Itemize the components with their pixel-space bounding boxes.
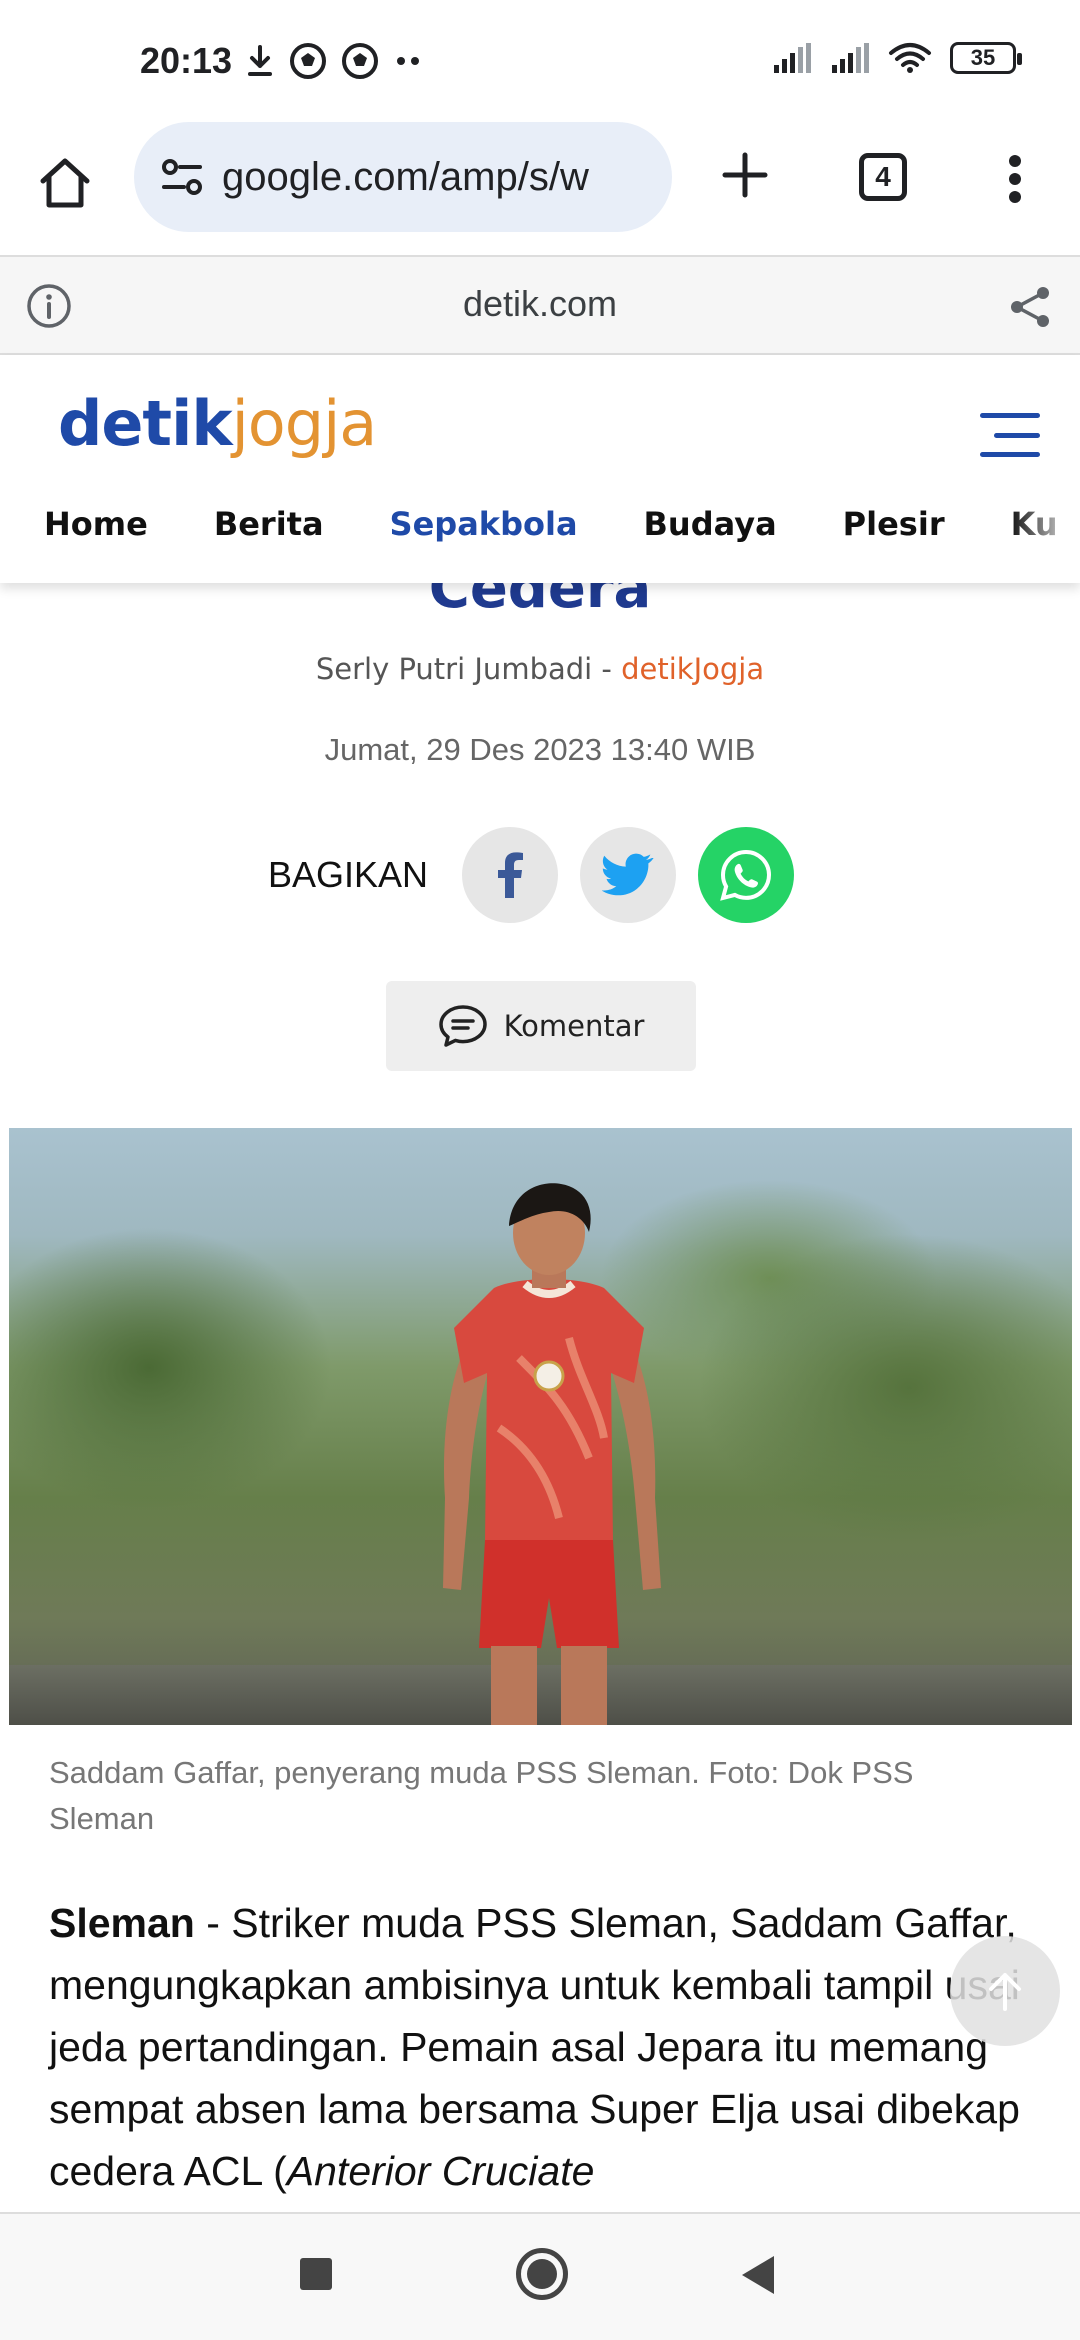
whatsapp-icon (720, 849, 772, 901)
browser-toolbar: google.com/amp/s/w 4 (0, 120, 1080, 255)
comment-button[interactable]: Komentar (386, 981, 696, 1071)
site-settings-icon[interactable] (160, 157, 204, 197)
comment-bubble-icon (438, 1005, 487, 1047)
share-button[interactable] (1004, 281, 1056, 333)
status-bar: 20:13 35 (0, 0, 1080, 120)
category-nav: Home Berita Sepakbola Budaya Plesir Ku (44, 505, 1080, 543)
back-icon[interactable] (742, 2256, 774, 2294)
system-icons: 35 (772, 42, 1022, 74)
article-photo[interactable] (9, 1128, 1072, 1725)
soccer-ball-icon (290, 43, 326, 79)
signal-icon (832, 43, 869, 73)
logo-part-detik: detik (58, 387, 233, 460)
share-icon (1011, 287, 1049, 327)
amp-domain: detik.com (462, 283, 618, 324)
soccer-ball-icon (342, 43, 378, 79)
logo-part-jogja: jogja (231, 387, 378, 460)
more-dots-icon (397, 57, 419, 65)
plus-icon (722, 152, 768, 198)
twitter-icon (602, 853, 654, 896)
battery-level: 35 (970, 45, 996, 70)
home-circle-icon[interactable] (516, 2248, 568, 2300)
url-bar[interactable]: google.com/amp/s/w (134, 122, 672, 232)
scroll-to-top-button[interactable] (950, 1936, 1060, 2046)
download-icon (248, 45, 272, 76)
player-figure (443, 1183, 661, 1725)
home-button[interactable] (30, 148, 100, 218)
comment-label: Komentar (503, 1009, 645, 1043)
article-body: Sleman - Striker muda PSS Sleman, Saddam… (49, 1892, 1039, 2202)
twitter-share-button[interactable] (580, 827, 677, 923)
browser-menu-button[interactable] (985, 144, 1045, 214)
byline-source[interactable]: detikJogja (621, 652, 764, 686)
facebook-share-button[interactable] (462, 827, 559, 923)
amp-header-bar: detik.com (0, 255, 1080, 355)
more-vert-icon (1009, 155, 1021, 203)
publish-date: Jumat, 29 Des 2023 13:40 WIB (324, 732, 756, 767)
byline-separator: - (592, 652, 622, 686)
signal-icon (774, 43, 811, 73)
status-time: 20:13 (140, 40, 233, 81)
photo-caption: Saddam Gaffar, penyerang muda PSS Sleman… (49, 1755, 914, 1836)
share-row: BAGIKAN (268, 827, 816, 923)
battery-icon: 35 (950, 42, 1022, 74)
byline: Serly Putri Jumbadi - detikJogja (0, 652, 1080, 686)
share-label: BAGIKAN (268, 854, 429, 895)
tab-switcher-button[interactable]: 4 (850, 144, 916, 210)
recents-icon[interactable] (300, 2258, 332, 2290)
nav-item-budaya[interactable]: Budaya (644, 505, 777, 543)
tabs-icon: 4 (859, 153, 907, 201)
android-navigation-bar (0, 2212, 1080, 2340)
new-tab-button[interactable] (710, 140, 780, 210)
author-name: Serly Putri Jumbadi (315, 652, 593, 686)
hamburger-menu-icon[interactable] (980, 405, 1040, 465)
body-lead: Sleman (49, 1900, 195, 1946)
site-logo[interactable]: detikjogja (58, 387, 378, 460)
home-icon (40, 158, 90, 208)
tab-count: 4 (875, 161, 891, 192)
site-header: detikjogja Home Berita Sepakbola Budaya … (0, 355, 1080, 583)
wifi-icon (889, 43, 931, 73)
notification-icons (245, 42, 423, 80)
arrow-up-icon (989, 1973, 1021, 2011)
nav-item-sepakbola[interactable]: Sepakbola (390, 505, 578, 543)
nav-item-plesir[interactable]: Plesir (843, 505, 945, 543)
url-text[interactable]: google.com/amp/s/w (222, 155, 589, 200)
whatsapp-share-button[interactable] (698, 827, 795, 923)
body-italic: Anterior Cruciate (286, 2148, 595, 2194)
facebook-icon (498, 852, 524, 898)
nav-item-berita[interactable]: Berita (214, 505, 324, 543)
nav-item-home[interactable]: Home (44, 505, 148, 543)
nav-fade (1010, 495, 1080, 565)
